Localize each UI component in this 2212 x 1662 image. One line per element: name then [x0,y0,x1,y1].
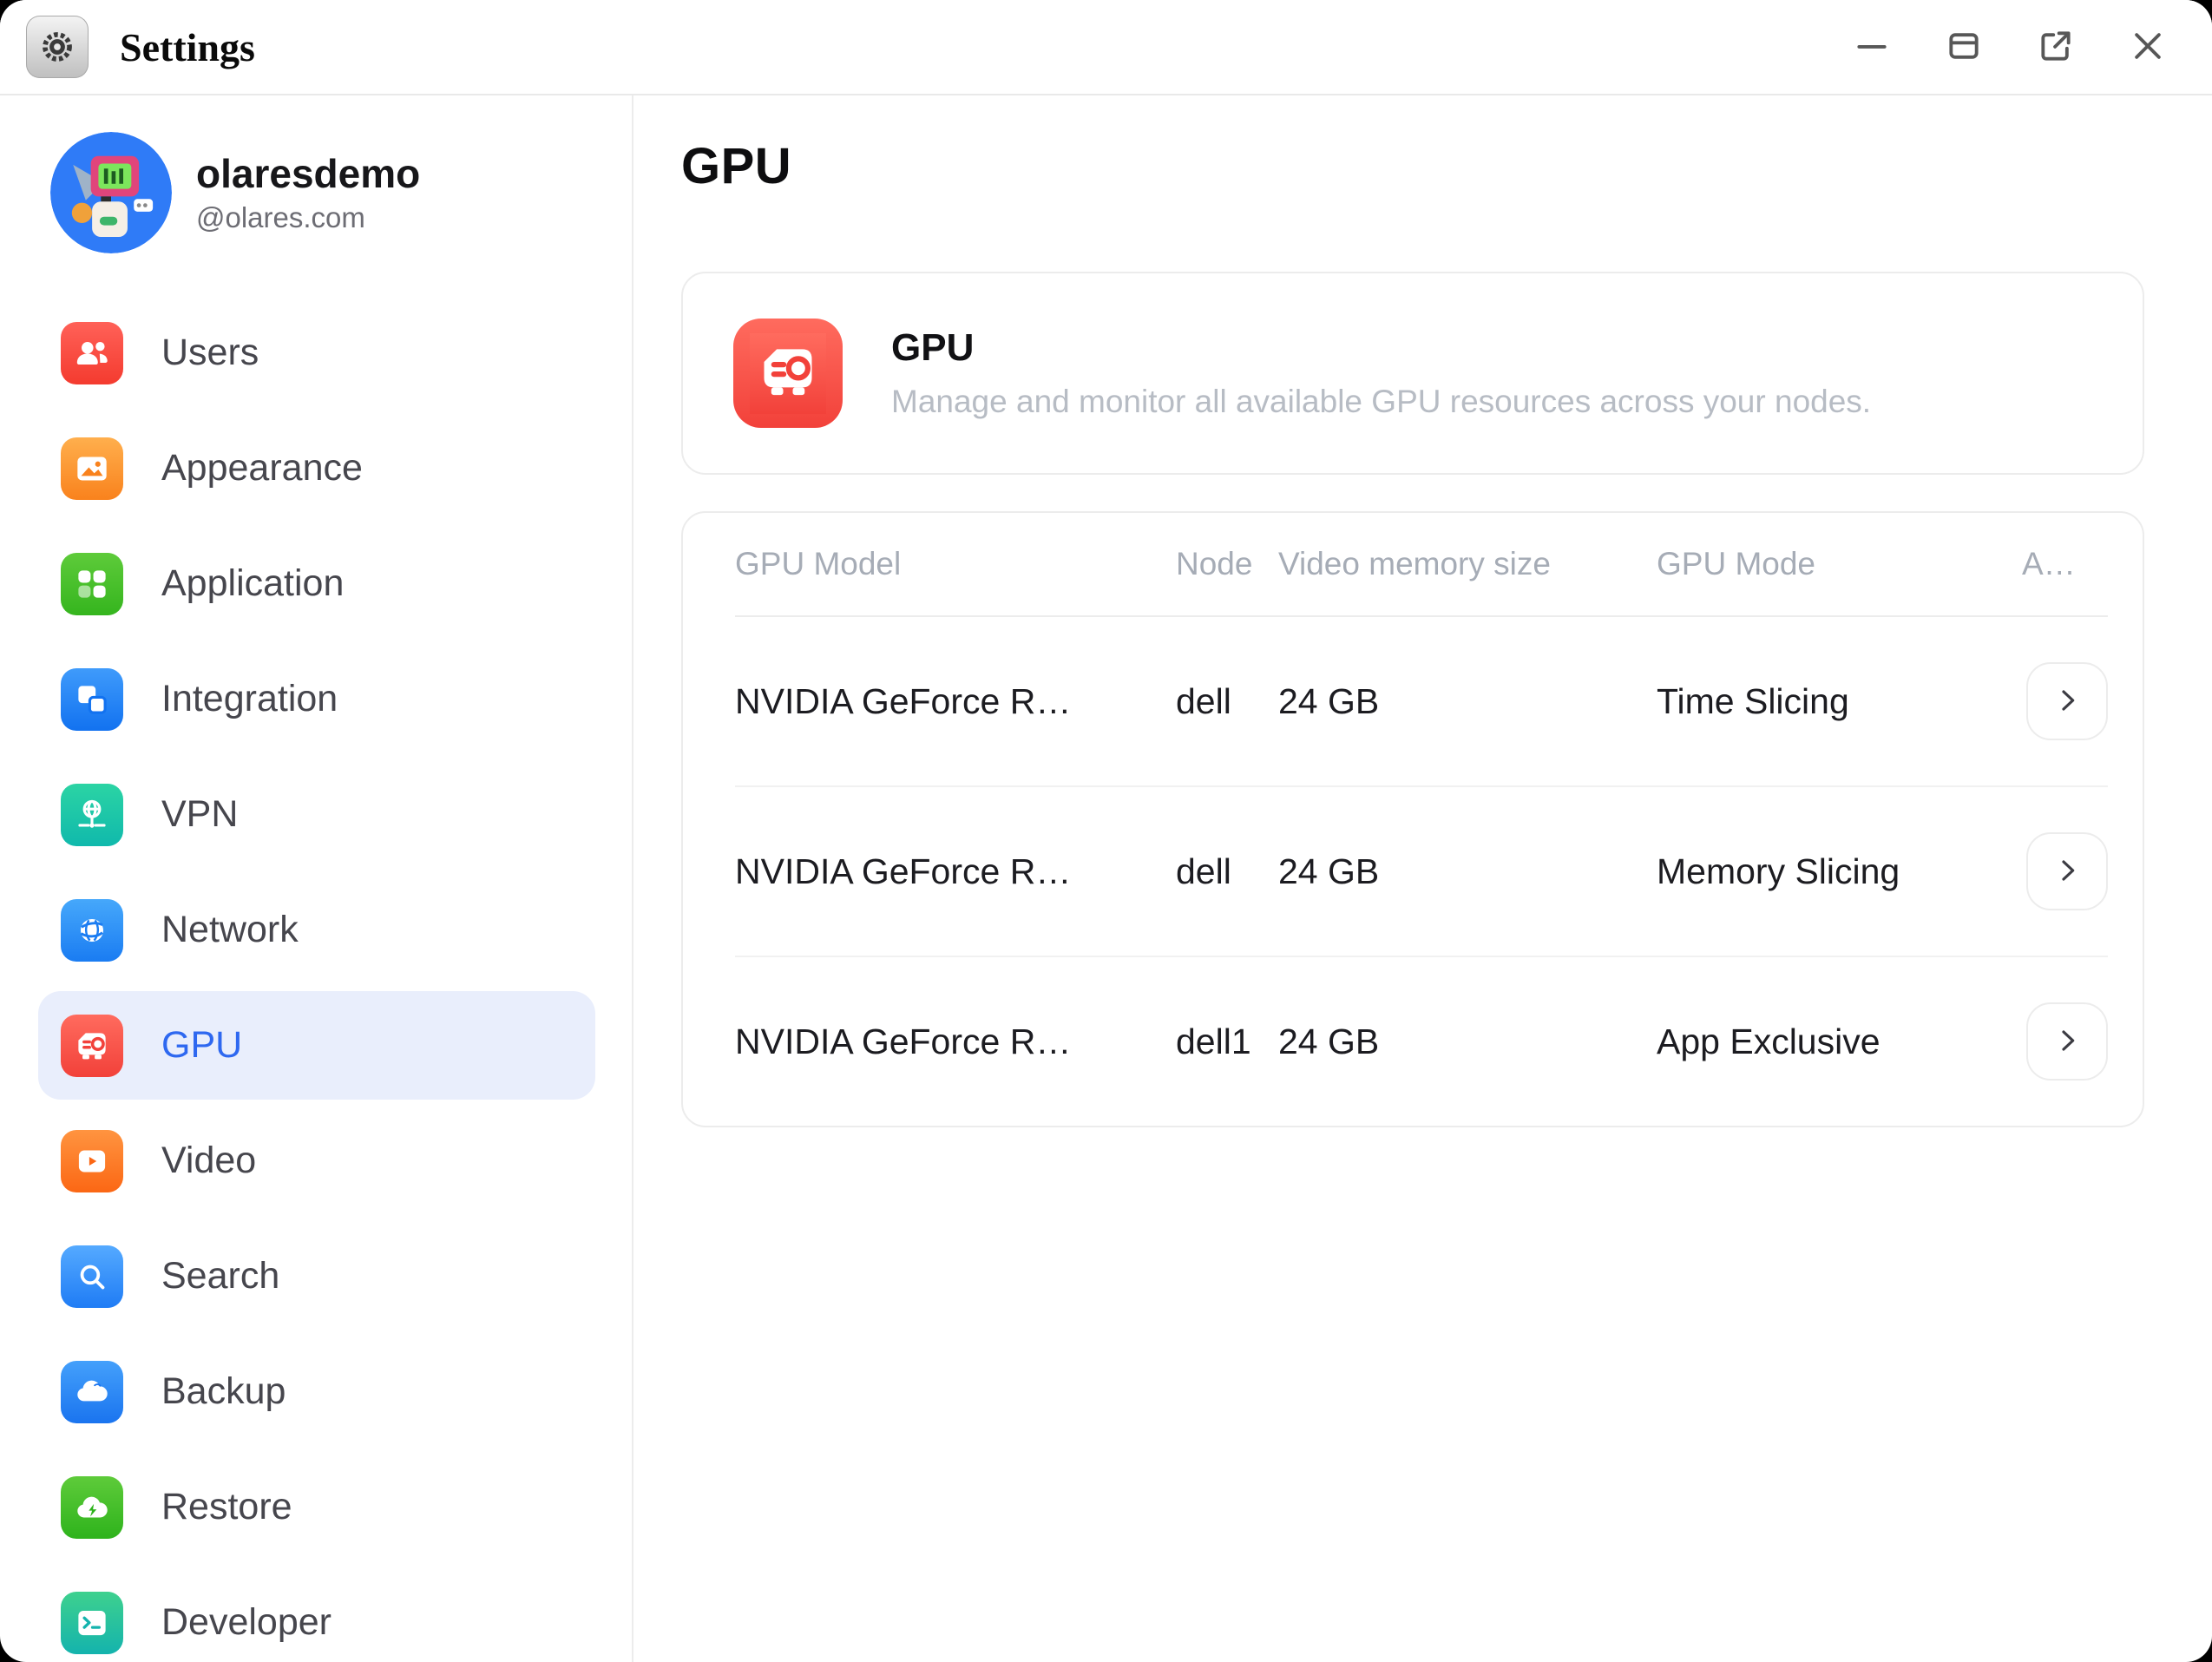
sidebar-item-backup[interactable]: Backup [38,1337,595,1446]
sidebar-item-label: Developer [161,1601,331,1644]
vpn-icon [61,784,123,846]
sidebar-item-label: Backup [161,1370,286,1413]
sidebar-item-label: VPN [161,793,238,836]
popout-button[interactable] [2033,24,2078,69]
popout-icon [2037,27,2075,68]
maximize-icon [1945,27,1983,68]
integration-icon [61,668,123,731]
cell-memory: 24 GB [1278,1022,1657,1062]
sidebar-item-gpu[interactable]: GPU [38,991,595,1100]
table-row: NVIDIA GeForce R…dell124 GBApp Exclusive [735,957,2108,1126]
cell-model: NVIDIA GeForce R… [735,1022,1176,1062]
gpu-hero-title: GPU [891,326,1871,370]
sidebar-item-video[interactable]: Video [38,1107,595,1215]
content: GPU GPU Manage and monitor all available… [633,95,2212,1662]
avatar [50,132,172,253]
settings-gear-icon [26,16,89,78]
maximize-button[interactable] [1941,24,1986,69]
gpu-table-card: GPU ModelNodeVideo memory sizeGPU ModeAc… [681,511,2144,1127]
cell-node: dell1 [1176,1022,1278,1062]
action-cell [2022,832,2108,910]
restore-icon [61,1476,123,1539]
sidebar-item-users[interactable]: Users [38,299,595,407]
gpu-icon [61,1015,123,1077]
profile-handle: @olares.com [196,201,420,234]
cell-node: dell [1176,851,1278,892]
action-cell [2022,662,2108,740]
sidebar-item-label: Users [161,332,259,374]
user-profile: olaresdemo @olares.com [50,132,595,253]
network-icon [61,899,123,962]
table-body: NVIDIA GeForce R…dell24 GBTime SlicingNV… [735,617,2108,1126]
sidebar-item-label: Network [161,909,299,951]
sidebar-item-label: Application [161,562,344,605]
cell-node: dell [1176,681,1278,722]
gpu-hero-icon [733,319,843,428]
sidebar-item-integration[interactable]: Integration [38,645,595,753]
gpu-hero-card: GPU Manage and monitor all available GPU… [681,272,2144,475]
sidebar-item-label: Integration [161,678,338,720]
chevron-right-icon [2053,857,2081,887]
row-action-button[interactable] [2026,1002,2108,1081]
sidebar-item-label: Video [161,1140,256,1182]
video-icon [61,1130,123,1192]
sidebar-item-label: Search [161,1255,279,1297]
titlebar: Settings [0,0,2212,95]
cell-memory: 24 GB [1278,851,1657,892]
cell-model: NVIDIA GeForce R… [735,681,1176,722]
sidebar-item-restore[interactable]: Restore [38,1453,595,1561]
appearance-icon [61,437,123,500]
column-header: Node [1176,546,1278,582]
cell-model: NVIDIA GeForce R… [735,851,1176,892]
search-icon [61,1245,123,1308]
close-button[interactable] [2125,24,2170,69]
column-header: GPU Mode [1657,546,2022,582]
cell-mode: App Exclusive [1657,1022,2022,1062]
sidebar: olaresdemo @olares.com Users Appearance Ap… [0,95,633,1662]
action-cell [2022,1002,2108,1081]
column-header: Action [2022,546,2108,582]
sidebar-item-vpn[interactable]: VPN [38,760,595,869]
table-row: NVIDIA GeForce R…dell24 GBMemory Slicing [735,787,2108,957]
users-icon [61,322,123,384]
table-header: GPU ModelNodeVideo memory sizeGPU ModeAc… [735,513,2108,617]
table-row: NVIDIA GeForce R…dell24 GBTime Slicing [735,617,2108,787]
cell-mode: Memory Slicing [1657,851,2022,892]
sidebar-nav: Users Appearance Application Integration VPN… [38,299,595,1662]
gpu-hero-text: GPU Manage and monitor all available GPU… [891,326,1871,420]
main-area: olaresdemo @olares.com Users Appearance Ap… [0,95,2212,1662]
chevron-right-icon [2053,686,2081,717]
sidebar-item-application[interactable]: Application [38,529,595,638]
sidebar-item-label: Restore [161,1486,292,1528]
window-title: Settings [120,24,255,70]
developer-icon [61,1592,123,1654]
minimize-icon [1853,27,1891,68]
application-icon [61,553,123,615]
row-action-button[interactable] [2026,832,2108,910]
row-action-button[interactable] [2026,662,2108,740]
window-controls [1849,24,2170,69]
cell-mode: Time Slicing [1657,681,2022,722]
minimize-button[interactable] [1849,24,1894,69]
chevron-right-icon [2053,1027,2081,1057]
column-header: GPU Model [735,546,1176,582]
gpu-hero-description: Manage and monitor all available GPU res… [891,384,1871,420]
sidebar-item-search[interactable]: Search [38,1222,595,1330]
sidebar-item-appearance[interactable]: Appearance [38,414,595,522]
profile-text: olaresdemo @olares.com [196,151,420,235]
close-icon [2129,27,2167,68]
sidebar-item-network[interactable]: Network [38,876,595,984]
sidebar-item-label: GPU [161,1024,242,1067]
page-title: GPU [681,141,2144,192]
cell-memory: 24 GB [1278,681,1657,722]
sidebar-item-label: Appearance [161,447,363,489]
settings-window: Settings [0,0,2212,1662]
sidebar-item-developer[interactable]: Developer [38,1568,595,1662]
column-header: Video memory size [1278,546,1657,582]
backup-icon [61,1361,123,1423]
gpu-icon [750,333,826,414]
profile-name: olaresdemo [196,151,420,197]
